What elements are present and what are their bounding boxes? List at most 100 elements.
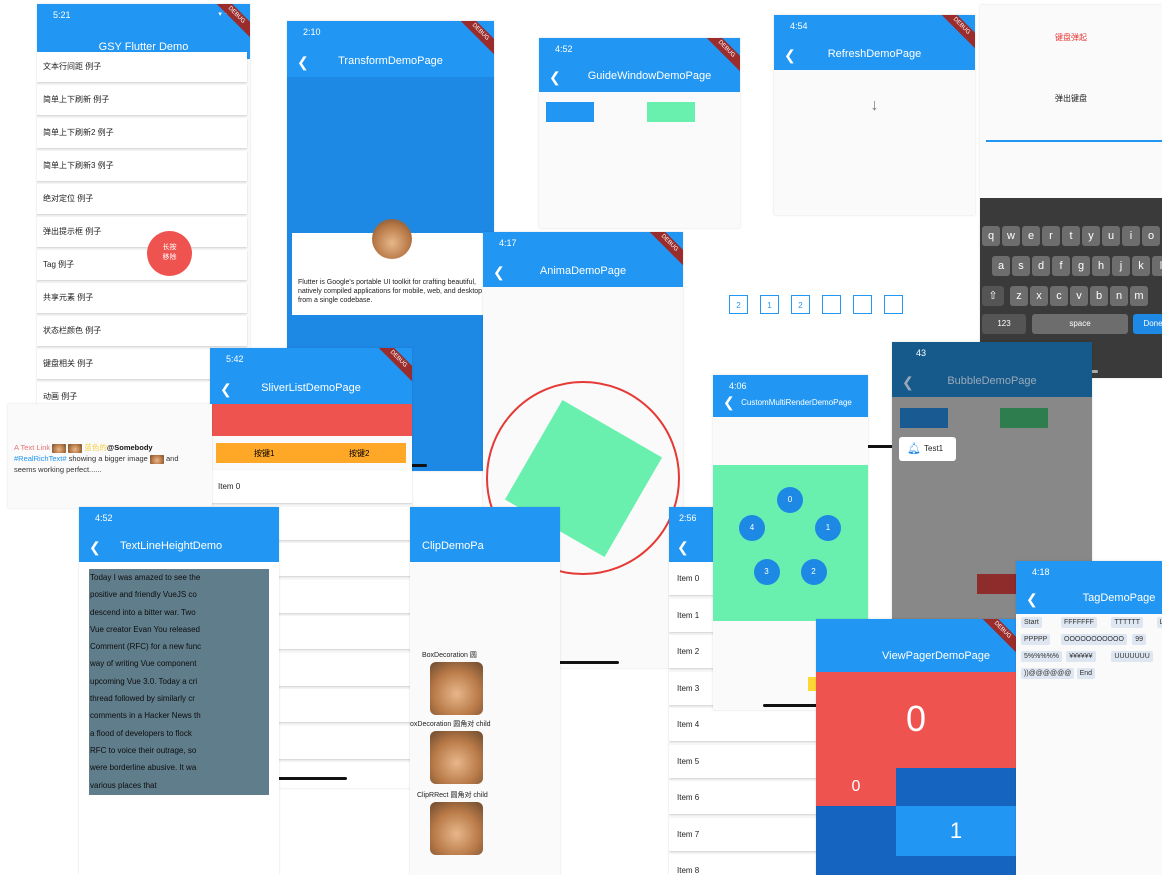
page-indicator-box[interactable] xyxy=(822,295,841,314)
key-m[interactable]: m xyxy=(1130,286,1148,306)
mention-link[interactable]: @Somebody xyxy=(107,443,153,452)
button-1[interactable]: 按键1 xyxy=(254,448,274,459)
key-n[interactable]: n xyxy=(1110,286,1128,306)
list-item[interactable]: Item 8 xyxy=(669,854,819,875)
circle-node-2[interactable]: 2 xyxy=(800,559,827,586)
tag-chip[interactable]: UUUUUUU xyxy=(1111,651,1153,662)
remove-fab[interactable]: 长按 移除 xyxy=(147,231,192,276)
blue-target-box[interactable] xyxy=(546,102,594,122)
key-b[interactable]: b xyxy=(1090,286,1108,306)
tag-chip[interactable]: PPPPP xyxy=(1021,634,1051,645)
key-v[interactable]: v xyxy=(1070,286,1088,306)
shift-key[interactable]: ⇧ xyxy=(982,286,1004,306)
done-key[interactable]: Done xyxy=(1133,314,1162,334)
key-c[interactable]: c xyxy=(1050,286,1068,306)
list-item[interactable]: Item 5 xyxy=(669,744,819,778)
text-line: positive and friendly VueJS co xyxy=(90,590,197,600)
demo-list-item[interactable]: 共享元素 例子 xyxy=(37,283,247,313)
text-field-underline[interactable] xyxy=(986,140,1162,142)
rich-text-line2b: and xyxy=(163,454,179,463)
tag-chip[interactable]: 5%%%%% xyxy=(1021,651,1063,662)
hashtag-link[interactable]: #RealRichText# xyxy=(14,454,67,463)
key-f[interactable]: f xyxy=(1052,256,1070,276)
key-r[interactable]: r xyxy=(1042,226,1060,246)
page-indicator-box[interactable]: 2 xyxy=(791,295,810,314)
status-time: 4:06 xyxy=(729,381,747,391)
key-u[interactable]: u xyxy=(1102,226,1120,246)
green-target-box[interactable] xyxy=(647,102,695,122)
key-k[interactable]: k xyxy=(1132,256,1150,276)
tag-chip[interactable]: ))@@@@@@ xyxy=(1021,668,1075,679)
back-arrow-icon[interactable]: ❮ xyxy=(1026,592,1038,606)
demo-list-item[interactable]: 绝对定位 例子 xyxy=(37,184,247,214)
tag-chip[interactable]: OOOOOOOOOOO xyxy=(1061,634,1127,645)
list-item[interactable]: Item 4 xyxy=(669,708,819,741)
back-arrow-icon[interactable]: ❮ xyxy=(89,540,101,554)
demo-list-item[interactable]: 文本行间距 例子 xyxy=(37,52,247,82)
key-t[interactable]: t xyxy=(1062,226,1080,246)
tag-chip[interactable]: 99 xyxy=(1132,634,1146,645)
tag-chip[interactable]: FFFFFFF xyxy=(1061,617,1097,628)
space-key[interactable]: space xyxy=(1032,314,1128,334)
inline-cat-image xyxy=(68,443,83,453)
tag-chip[interactable]: End xyxy=(1076,668,1096,679)
demo-list-item[interactable]: 状态栏颜色 例子 xyxy=(37,316,247,346)
key-y[interactable]: y xyxy=(1082,226,1100,246)
page-indicator-box[interactable] xyxy=(884,295,903,314)
circle-node-3[interactable]: 3 xyxy=(753,559,780,586)
tag-wrap: Start FFFFFFF TTTTTT LL PPPPP OOOOOOOOOOO 99 5%… xyxy=(1021,617,1162,687)
list-item[interactable]: Item 6 xyxy=(669,781,819,814)
small-page-blue[interactable]: 1 xyxy=(896,806,1016,856)
small-page-red[interactable]: 0 xyxy=(816,768,896,806)
small-page-number-1: 1 xyxy=(949,818,963,843)
demo-list-item[interactable]: 简单上下刷新2 例子 xyxy=(37,118,247,148)
green-target-box[interactable] xyxy=(1000,408,1048,428)
key-s[interactable]: s xyxy=(1012,256,1030,276)
key-w[interactable]: w xyxy=(1002,226,1020,246)
page-indicator-box[interactable]: 2 xyxy=(729,295,748,314)
app-bar: 4:17 ❮ AnimaDemoPage DEBUG xyxy=(483,232,683,287)
show-keyboard-button[interactable]: 弹出键盘 xyxy=(980,93,1162,104)
tag-chip[interactable]: LL xyxy=(1156,617,1162,628)
key-h[interactable]: h xyxy=(1092,256,1110,276)
key-j[interactable]: j xyxy=(1112,256,1130,276)
demo-list-item[interactable]: 简单上下刷新3 例子 xyxy=(37,151,247,181)
key-e[interactable]: e xyxy=(1022,226,1040,246)
page-indicator-box[interactable] xyxy=(853,295,872,314)
blue-target-box[interactable] xyxy=(900,408,948,428)
page-title: TextLineHeightDemo xyxy=(120,540,223,552)
app-bar: 5:42 ❮ SliverListDemoPage DEBUG xyxy=(210,348,412,404)
key-a[interactable]: a xyxy=(992,256,1010,276)
tag-chip[interactable]: TTTTTT xyxy=(1111,617,1144,628)
list-item[interactable]: Item 0 xyxy=(210,470,412,503)
cat-image-3 xyxy=(430,802,483,855)
key-q[interactable]: q xyxy=(982,226,1000,246)
back-arrow-icon[interactable]: ❮ xyxy=(677,540,689,554)
demo-list-item[interactable]: 弹出提示框 例子 xyxy=(37,217,247,247)
demo-list-item[interactable]: Tag 例子 xyxy=(37,250,247,280)
circle-node-4[interactable]: 4 xyxy=(739,514,765,541)
list-item[interactable]: Item 7 xyxy=(669,817,819,851)
key-z[interactable]: z xyxy=(1010,286,1028,306)
tag-chip[interactable]: Start xyxy=(1021,617,1042,628)
circle-node-0[interactable]: 0 xyxy=(777,487,803,513)
key-d[interactable]: d xyxy=(1032,256,1050,276)
cat-image-1 xyxy=(430,662,483,715)
text-link[interactable]: A Text Link xyxy=(14,443,50,452)
page-indicator-box[interactable]: 1 xyxy=(760,295,779,314)
key-x[interactable]: x xyxy=(1030,286,1048,306)
app-bar: 4:52 ❮ GuideWindowDemoPage DEBUG xyxy=(539,38,740,92)
demo-list-item[interactable]: 简单上下刷新 例子 xyxy=(37,85,247,115)
debug-ribbon: DEBUG xyxy=(456,21,494,57)
numbers-key[interactable]: 123 xyxy=(982,314,1026,334)
page-red[interactable]: 0 xyxy=(816,672,1016,768)
key-i[interactable]: i xyxy=(1122,226,1140,246)
circle-node-1[interactable]: 1 xyxy=(815,514,841,541)
tag-demo-screen: 4:18 ❮ TagDemoPage Start FFFFFFF TTTTTT LL P… xyxy=(1016,561,1162,875)
rich-text-screen: A Text Link 蓝色的@Somebody #RealRichText# … xyxy=(8,404,212,508)
key-g[interactable]: g xyxy=(1072,256,1090,276)
button-2[interactable]: 按键2 xyxy=(349,448,369,459)
key-l[interactable]: l xyxy=(1152,256,1162,276)
key-o[interactable]: o xyxy=(1142,226,1160,246)
tag-chip[interactable]: ¥¥¥¥¥¥ xyxy=(1066,651,1096,662)
